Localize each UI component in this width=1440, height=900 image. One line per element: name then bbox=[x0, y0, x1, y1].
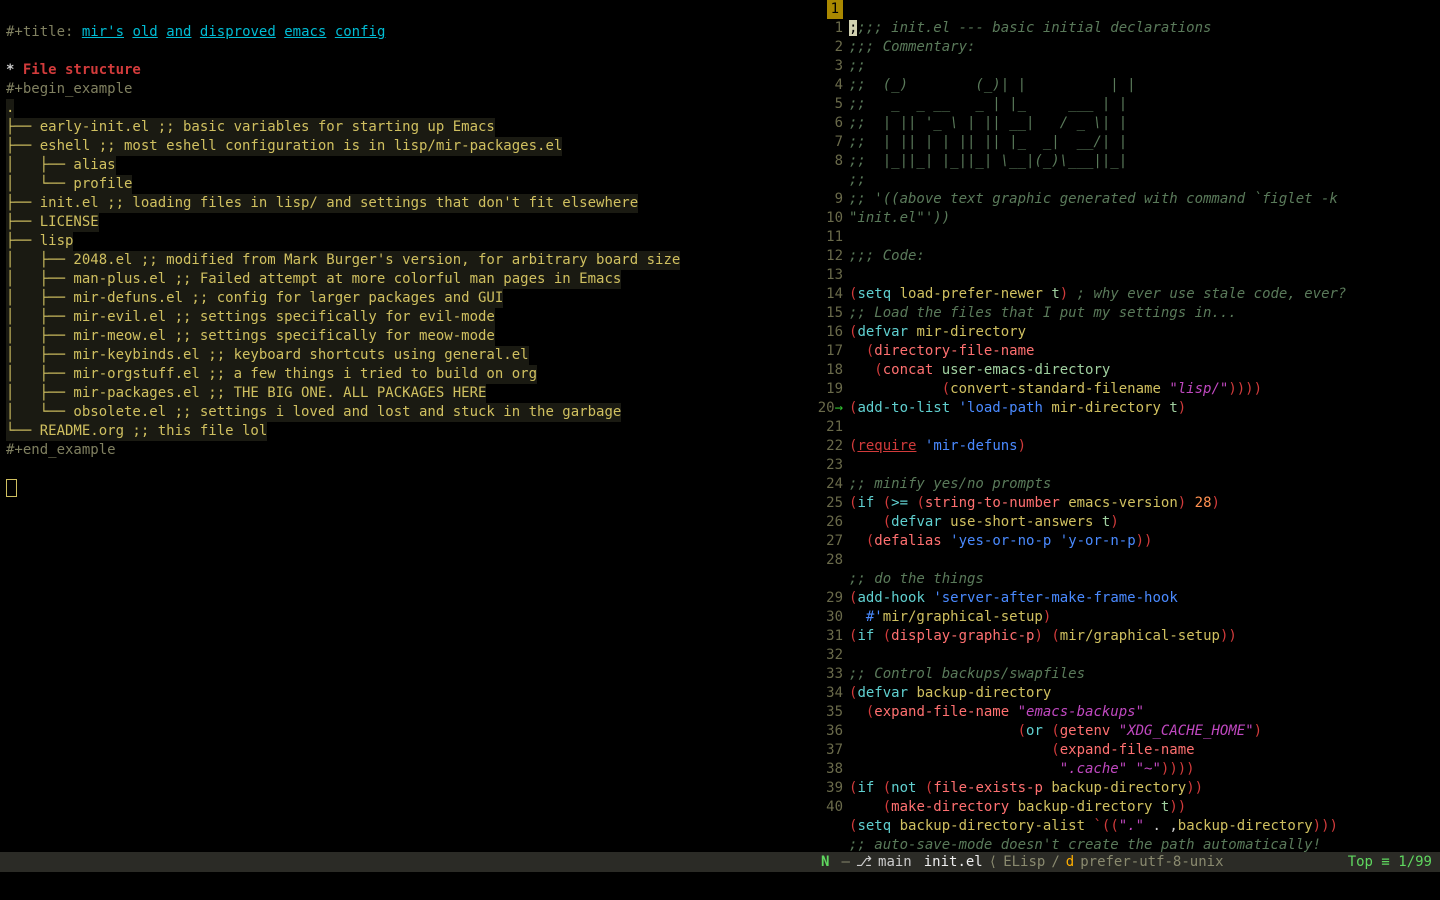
ascii-art: ;; |_||_| |_||_| \__|(_)\___||_| bbox=[849, 153, 1127, 169]
ascii-art: ;; | || | | || || |_ _| __/| | bbox=[849, 134, 1127, 150]
modeline-active: N — ⎇ main init.el ⟨ ELisp/d prefer-utf-… bbox=[815, 852, 1440, 872]
minor-mode: d bbox=[1066, 852, 1074, 872]
tree-line: │ ├── mir-orgstuff.el ;; a few things i … bbox=[6, 365, 537, 384]
title-word: old bbox=[132, 24, 157, 40]
code-area[interactable]: ;;;; init.el --- basic initial declarati… bbox=[849, 0, 1440, 852]
title-word: mir's bbox=[82, 24, 124, 40]
tree-line: │ └── obsolete.el ;; settings i loved an… bbox=[6, 403, 621, 422]
tree-line: │ ├── mir-packages.el ;; THE BIG ONE. AL… bbox=[6, 384, 486, 403]
modeline-inactive bbox=[0, 852, 815, 872]
title-word: emacs bbox=[284, 24, 326, 40]
tree-line: ├── early-init.el ;; basic variables for… bbox=[6, 118, 495, 137]
echo-area[interactable] bbox=[0, 872, 1440, 892]
evil-state: N bbox=[815, 852, 835, 872]
cursor-icon bbox=[6, 479, 17, 497]
title-word: config bbox=[335, 24, 386, 40]
major-mode: ELisp bbox=[1003, 852, 1045, 872]
comment: ;; Load the files that I put my settings… bbox=[849, 305, 1237, 321]
tree-line: ├── init.el ;; loading files in lisp/ an… bbox=[6, 194, 638, 213]
tree-line: │ ├── mir-evil.el ;; settings specifical… bbox=[6, 308, 495, 327]
tree-line: │ ├── man-plus.el ;; Failed attempt at m… bbox=[6, 270, 621, 289]
comment: ;; bbox=[849, 172, 866, 188]
ascii-art: ;; _ _ __ _ | |_ ___ | | bbox=[849, 96, 1127, 112]
comment: ;; minify yes/no prompts bbox=[849, 476, 1051, 492]
tree-line: ├── eshell ;; most eshell configuration … bbox=[6, 137, 562, 156]
tree-line: │ ├── mir-meow.el ;; settings specifical… bbox=[6, 327, 495, 346]
elisp-buffer[interactable]: 112345678 91011121314151617181920→212223… bbox=[815, 0, 1440, 852]
tree-line: └── README.org ;; this file lol bbox=[6, 422, 267, 441]
comment: ;;; init.el --- basic initial declaratio… bbox=[857, 20, 1211, 36]
position: Top ≡ 1/99 bbox=[1348, 852, 1440, 872]
comment: ;; '((above text graphic generated with … bbox=[849, 191, 1346, 207]
ascii-art: ;; | || '_ \ | || __| / _ \| | bbox=[849, 115, 1127, 131]
tree-line: │ ├── mir-defuns.el ;; config for larger… bbox=[6, 289, 503, 308]
tree-line: │ ├── alias bbox=[6, 156, 116, 175]
modeline: N — ⎇ main init.el ⟨ ELisp/d prefer-utf-… bbox=[0, 852, 1440, 872]
tree-line: ├── LICENSE bbox=[6, 213, 99, 232]
buffer-name: init.el bbox=[924, 852, 983, 872]
comment: ;; bbox=[849, 58, 866, 74]
end-example: #+end_example bbox=[6, 442, 116, 458]
comment: ;; auto-save-mode doesn't create the pat… bbox=[849, 837, 1321, 852]
comment: ;; do the things bbox=[849, 571, 984, 587]
comment: ;;; Commentary: bbox=[849, 39, 975, 55]
comment: ;; Control backups/swapfiles bbox=[849, 666, 1085, 682]
encoding: prefer-utf-8-unix bbox=[1080, 852, 1223, 872]
org-buffer[interactable]: #+title: mir's old and disproved emacs c… bbox=[0, 0, 815, 852]
title-word: and bbox=[166, 24, 191, 40]
begin-example: #+begin_example bbox=[6, 81, 132, 97]
tree-line: │ ├── mir-keybinds.el ;; keyboard shortc… bbox=[6, 346, 529, 365]
ascii-art: ;; (_) (_)| | | | bbox=[849, 77, 1136, 93]
branch-icon: ⎇ bbox=[856, 852, 872, 872]
heading-star: * bbox=[6, 62, 23, 78]
tree-line: │ ├── 2048.el ;; modified from Mark Burg… bbox=[6, 251, 680, 270]
heading: File structure bbox=[23, 62, 141, 78]
title-word: disproved bbox=[200, 24, 276, 40]
org-keyword: #+title: bbox=[6, 24, 82, 40]
tree-line: . bbox=[6, 99, 14, 118]
tree-line: │ └── profile bbox=[6, 175, 132, 194]
line-number-gutter: 112345678 91011121314151617181920→212223… bbox=[815, 0, 849, 852]
tree-line: ├── lisp bbox=[6, 232, 73, 251]
code-comment: ;;; Code: bbox=[849, 248, 925, 264]
git-branch: main bbox=[878, 852, 912, 872]
